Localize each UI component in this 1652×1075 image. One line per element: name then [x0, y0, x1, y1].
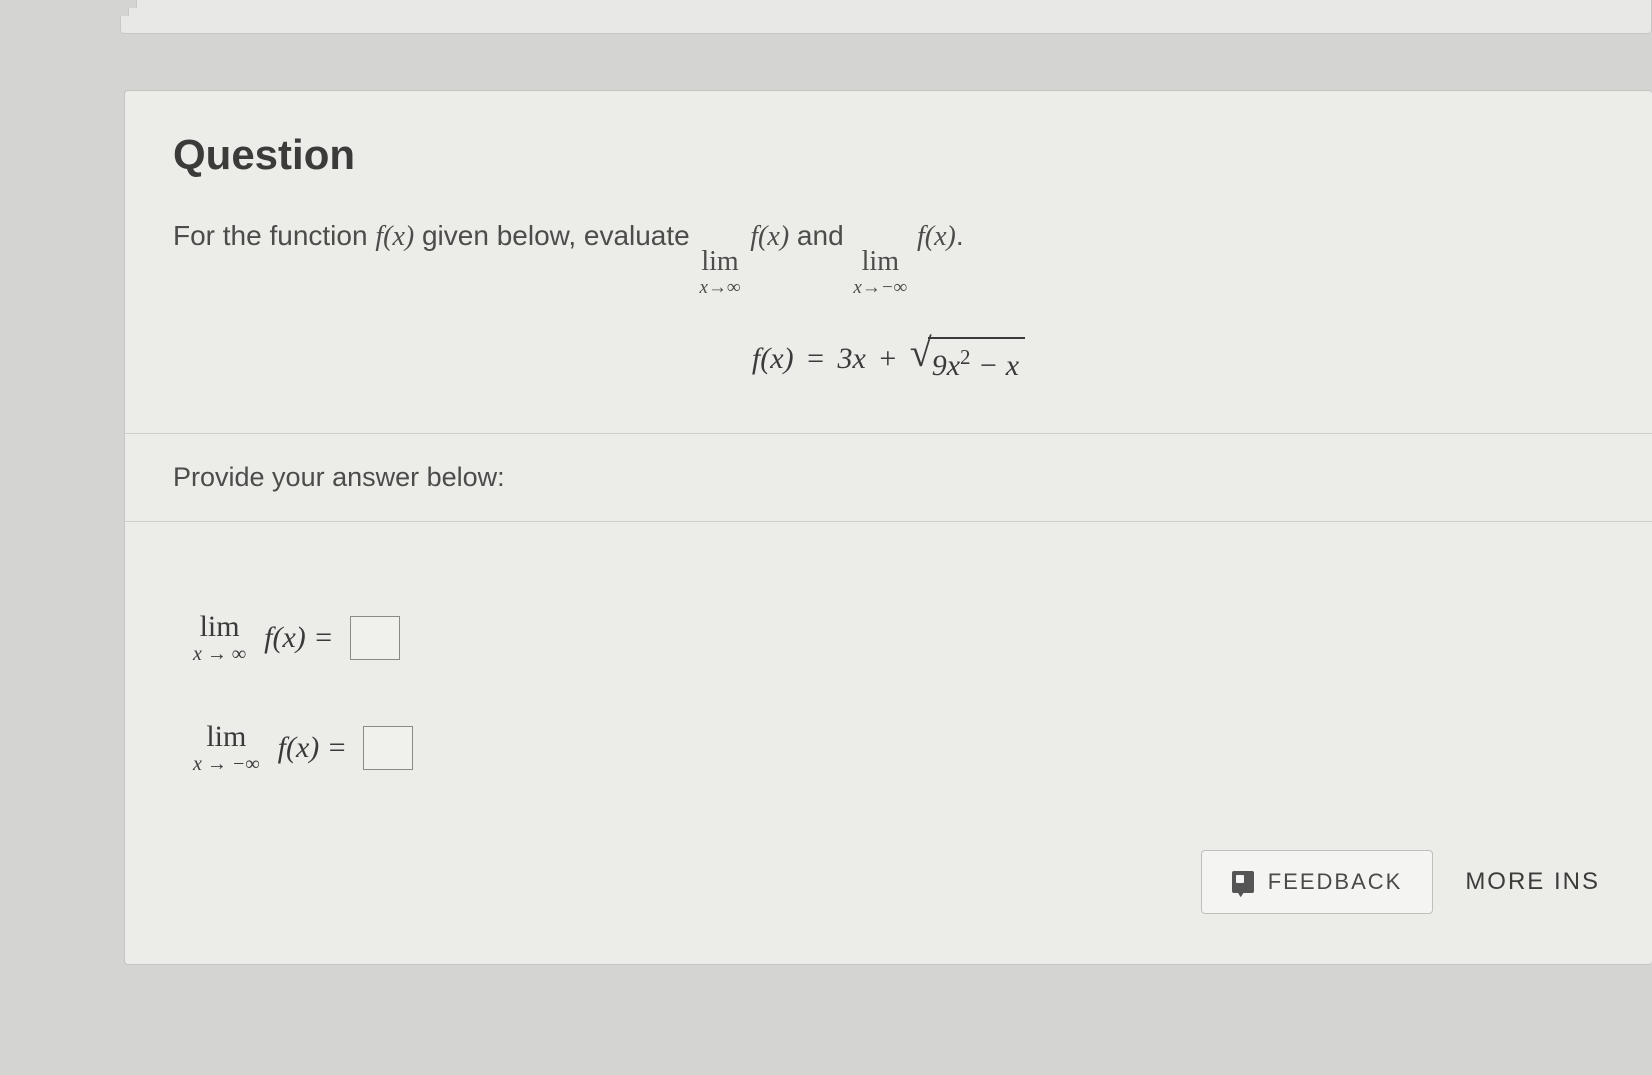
lim-sub: x → −∞: [193, 754, 260, 774]
prompt-section: Provide your answer below:: [125, 434, 1652, 522]
radicand: 9x2 − x: [928, 337, 1025, 385]
question-card: Question For the function f(x) given bel…: [124, 90, 1652, 965]
eq-sign: =: [800, 342, 832, 375]
text-fragment: For the function: [173, 220, 375, 251]
eq-term: 3x: [837, 342, 865, 375]
square-root: √9x2 − x: [910, 337, 1025, 385]
math-fx: f(x): [375, 221, 414, 252]
rad-a: 9x: [932, 349, 960, 382]
limit-expression: lim x → −∞: [193, 722, 260, 774]
answers-section: lim x → ∞ f(x) = lim x → −∞ f(x) = FEEDB…: [125, 522, 1652, 964]
feedback-icon: [1232, 871, 1254, 893]
more-instructions-button[interactable]: MORE INS: [1465, 868, 1600, 896]
lim-word: lim: [200, 612, 240, 642]
answer-row-pos: lim x → ∞ f(x) =: [191, 612, 1604, 664]
limit-expression-neg: lim x→−∞: [853, 248, 907, 297]
answer-input-pos[interactable]: [350, 616, 400, 660]
question-title: Question: [173, 131, 1604, 179]
eq-plus: +: [872, 342, 904, 375]
lim-sub: x→∞: [700, 278, 741, 297]
answer-input-neg[interactable]: [363, 726, 413, 770]
rad-tail: − x: [971, 349, 1020, 382]
lim-word: lim: [862, 248, 899, 276]
text-fragment: and: [789, 220, 851, 251]
limit-expression: lim x → ∞: [193, 612, 246, 664]
fx-equals: f(x) =: [278, 731, 347, 765]
lim-sub: x → ∞: [193, 644, 246, 664]
text-fragment: given below, evaluate: [414, 220, 697, 251]
math-fx: f(x): [917, 221, 956, 252]
fx-equals: f(x) =: [264, 621, 333, 655]
lim-sub: x→−∞: [853, 278, 907, 297]
tab-layer: [120, 16, 1652, 34]
text-fragment: .: [956, 220, 964, 251]
answer-row-neg: lim x → −∞ f(x) =: [191, 722, 1604, 774]
limit-expression-pos: lim x→∞: [700, 248, 741, 297]
feedback-button[interactable]: FEEDBACK: [1201, 850, 1434, 914]
stacked-tabs-decoration: [120, 0, 1652, 28]
rad-exp: 2: [960, 345, 971, 369]
function-definition: f(x) = 3x + √9x2 − x: [173, 337, 1604, 385]
feedback-label: FEEDBACK: [1268, 869, 1403, 895]
question-section: Question For the function f(x) given bel…: [125, 91, 1652, 434]
lim-word: lim: [701, 248, 738, 276]
math-fx: f(x): [750, 221, 789, 252]
eq-lhs: f(x): [752, 342, 794, 375]
prompt-text: Provide your answer below:: [173, 462, 1604, 493]
footer-row: FEEDBACK MORE INS: [173, 832, 1604, 928]
lim-word: lim: [206, 722, 246, 752]
question-text: For the function f(x) given below, evalu…: [173, 215, 1604, 297]
